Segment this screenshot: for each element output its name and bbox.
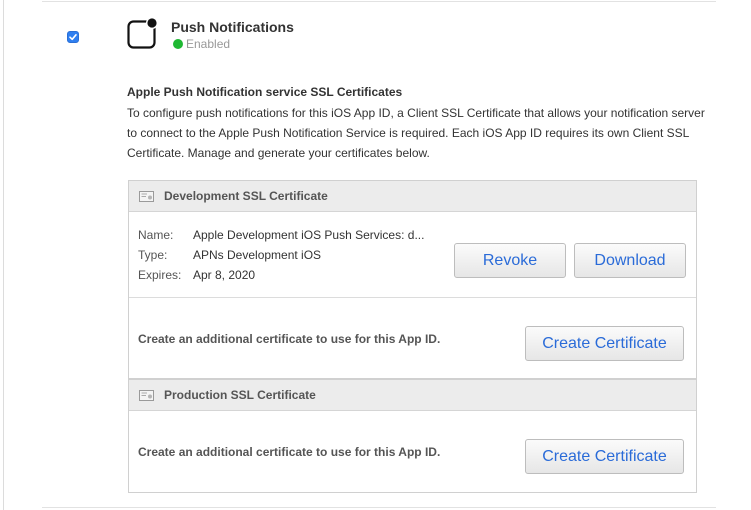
cert-type-value: APNs Development iOS (193, 248, 322, 262)
production-panel-header: Production SSL Certificate (129, 379, 696, 411)
download-button[interactable]: Download (574, 243, 686, 278)
push-notification-icon (127, 17, 158, 49)
cert-name-row: Name: Apple Development iOS Push Service… (138, 225, 424, 245)
checkmark-icon (69, 34, 77, 41)
cert-type-row: Type: APNs Development iOS (138, 245, 424, 265)
certificate-icon (139, 389, 154, 401)
top-divider (42, 1, 716, 2)
development-panel-title: Development SSL Certificate (164, 189, 328, 203)
page-border (3, 0, 4, 510)
production-additional-text: Create an additional certificate to use … (138, 445, 441, 459)
cert-name-value: Apple Development iOS Push Services: d..… (193, 228, 425, 242)
development-panel-header: Development SSL Certificate (129, 181, 696, 212)
create-production-certificate-button[interactable]: Create Certificate (525, 439, 684, 474)
feature-title: Push Notifications (171, 19, 294, 35)
development-additional-text: Create an additional certificate to use … (138, 332, 441, 346)
cert-expires-value: Apr 8, 2020 (193, 268, 256, 282)
status-dot-icon (173, 39, 183, 49)
development-certificate-panel: Development SSL Certificate Name: Apple … (128, 180, 697, 379)
certificate-details: Name: Apple Development iOS Push Service… (138, 225, 424, 285)
create-development-certificate-button[interactable]: Create Certificate (525, 326, 684, 361)
bottom-divider (42, 507, 716, 508)
production-certificate-panel: Production SSL Certificate Create an add… (128, 379, 697, 493)
status-badge: Enabled (173, 37, 230, 51)
cert-name-label: Name: (138, 228, 174, 242)
production-panel-title: Production SSL Certificate (164, 388, 316, 402)
panel-divider (129, 297, 696, 298)
status-text: Enabled (186, 37, 231, 51)
section-description: To configure push notifications for this… (127, 106, 705, 160)
push-notifications-checkbox[interactable] (67, 31, 79, 43)
cert-type-label: Type: (138, 248, 168, 262)
revoke-button[interactable]: Revoke (454, 243, 566, 278)
cert-expires-row: Expires: Apr 8, 2020 (138, 265, 424, 285)
section-heading: Apple Push Notification service SSL Cert… (127, 85, 403, 99)
certificate-icon (139, 190, 154, 202)
cert-expires-label: Expires: (138, 268, 182, 282)
